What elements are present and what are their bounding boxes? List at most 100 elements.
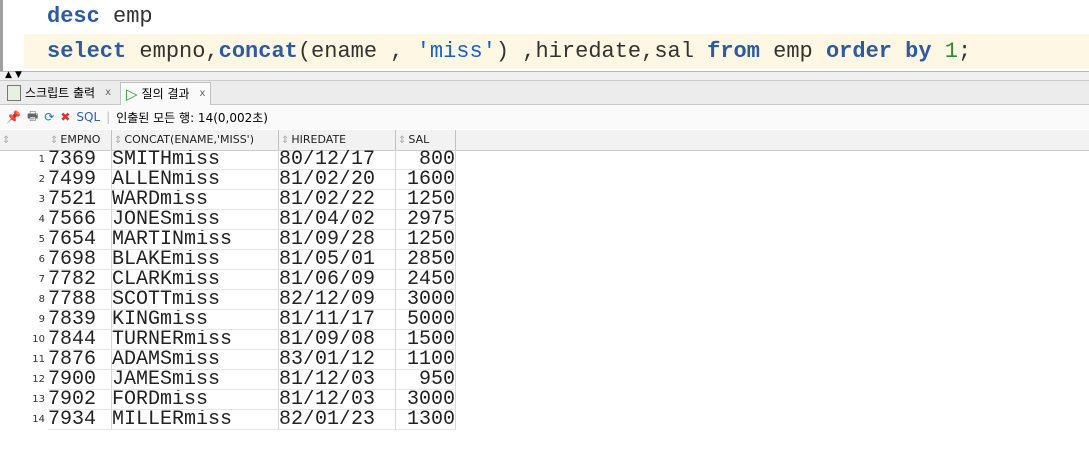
cell-sal[interactable]: 1500: [396, 330, 456, 350]
table-row[interactable]: 13 7902 FORDmiss 81/12/03 3000: [0, 390, 456, 410]
row-number: 10: [32, 334, 45, 345]
table-row[interactable]: 5 7654 MARTINmiss 81/09/28 1250: [0, 230, 456, 250]
cell-ename[interactable]: FORDmiss: [112, 390, 279, 410]
table-row[interactable]: 10 7844 TURNERmiss 81/09/08 1500: [0, 330, 456, 350]
cell-sal[interactable]: 2850: [396, 250, 456, 270]
close-tab-icon[interactable]: x: [105, 82, 111, 104]
column-header-empno[interactable]: EMPNO: [48, 130, 112, 150]
cell-hiredate[interactable]: 81/04/02: [279, 210, 396, 230]
cell-sal[interactable]: 2450: [396, 270, 456, 290]
table-row[interactable]: 4 7566 JONESmiss 81/04/02 2975: [0, 210, 456, 230]
cell-hiredate[interactable]: 81/02/22: [279, 190, 396, 210]
collapse-down-icon[interactable]: ▼: [15, 70, 22, 80]
cell-sal[interactable]: 800: [396, 150, 456, 170]
cell-hiredate[interactable]: 81/12/03: [279, 370, 396, 390]
close-tab-icon[interactable]: x: [200, 83, 206, 105]
cell-hiredate[interactable]: 80/12/17: [279, 150, 396, 170]
tab-query-result[interactable]: ▷ 질의 결과 x: [120, 82, 212, 105]
cell-empno[interactable]: 7566: [48, 210, 112, 230]
table-row[interactable]: 6 7698 BLAKEmiss 81/05/01 2850: [0, 250, 456, 270]
table-row[interactable]: 2 7499 ALLENmiss 81/02/20 1600: [0, 170, 456, 190]
cell-ename[interactable]: CLARKmiss: [112, 270, 279, 290]
column-header-sal[interactable]: SAL: [396, 130, 456, 150]
code-text: ;: [958, 39, 972, 64]
table-row[interactable]: 12 7900 JAMESmiss 81/12/03 950: [0, 370, 456, 390]
cell-sal[interactable]: 1250: [396, 190, 456, 210]
cell-sal[interactable]: 1600: [396, 170, 456, 190]
cell-hiredate[interactable]: 81/12/03: [279, 390, 396, 410]
cell-ename[interactable]: ADAMSmiss: [112, 350, 279, 370]
tab-script-output[interactable]: 스크립트 출력 x: [2, 82, 116, 104]
column-header-hiredate[interactable]: HIREDATE: [279, 130, 396, 150]
print-icon[interactable]: 🖶: [27, 107, 38, 128]
cell-ename[interactable]: KINGmiss: [112, 310, 279, 330]
cell-empno[interactable]: 7654: [48, 230, 112, 250]
cell-sal[interactable]: 1300: [396, 410, 456, 430]
cell-empno[interactable]: 7499: [48, 170, 112, 190]
cell-hiredate[interactable]: 81/02/20: [279, 170, 396, 190]
cell-ename[interactable]: JONESmiss: [112, 210, 279, 230]
cell-empno[interactable]: 7782: [48, 270, 112, 290]
table-row[interactable]: 3 7521 WARDmiss 81/02/22 1250: [0, 190, 456, 210]
table-row[interactable]: 7 7782 CLARKmiss 81/06/09 2450: [0, 270, 456, 290]
cell-hiredate[interactable]: 81/05/01: [279, 250, 396, 270]
cell-sal[interactable]: 950: [396, 370, 456, 390]
cell-ename[interactable]: MARTINmiss: [112, 230, 279, 250]
cell-empno[interactable]: 7698: [48, 250, 112, 270]
cell-hiredate[interactable]: 81/09/28: [279, 230, 396, 250]
cell-hiredate[interactable]: 81/11/17: [279, 310, 396, 330]
sql-button[interactable]: SQL: [76, 110, 100, 124]
cell-ename[interactable]: MILLERmiss: [112, 410, 279, 430]
table-row[interactable]: 9 7839 KINGmiss 81/11/17 5000: [0, 310, 456, 330]
cell-empno[interactable]: 7839: [48, 310, 112, 330]
cell-sal[interactable]: 1100: [396, 350, 456, 370]
divider: |: [106, 110, 111, 124]
cell-empno[interactable]: 7788: [48, 290, 112, 310]
cell-empno[interactable]: 7900: [48, 370, 112, 390]
cell-sal[interactable]: 2975: [396, 210, 456, 230]
cell-empno[interactable]: 7521: [48, 190, 112, 210]
keyword: from: [707, 39, 760, 64]
cell-empno[interactable]: 7844: [48, 330, 112, 350]
cancel-query-icon[interactable]: ✖: [60, 110, 70, 124]
cell-hiredate[interactable]: 81/06/09: [279, 270, 396, 290]
table-row[interactable]: 8 7788 SCOTTmiss 82/12/09 3000: [0, 290, 456, 310]
cell-empno[interactable]: 7369: [48, 150, 112, 170]
table-row[interactable]: 1 7369 SMITHmiss 80/12/17 800: [0, 150, 456, 170]
editor-gutter: [0, 0, 3, 71]
code-text: (ename ,: [297, 39, 417, 64]
editor-line-1[interactable]: desc emp: [47, 4, 153, 29]
code-text: ) ,hiredate,sal: [495, 39, 708, 64]
cell-ename[interactable]: TURNERmiss: [112, 330, 279, 350]
cell-sal[interactable]: 5000: [396, 310, 456, 330]
keyword: select: [47, 39, 127, 64]
cell-sal[interactable]: 3000: [396, 390, 456, 410]
editor-line-2-current[interactable]: select empno,concat(ename , 'miss') ,hir…: [24, 34, 1089, 69]
cell-empno[interactable]: 7876: [48, 350, 112, 370]
cell-hiredate[interactable]: 82/01/23: [279, 410, 396, 430]
cell-empno[interactable]: 7902: [48, 390, 112, 410]
cell-ename[interactable]: SCOTTmiss: [112, 290, 279, 310]
cell-ename[interactable]: WARDmiss: [112, 190, 279, 210]
collapse-up-icon[interactable]: ▲: [5, 70, 12, 80]
sql-editor[interactable]: desc emp select empno,concat(ename , 'mi…: [0, 0, 1089, 72]
table-row[interactable]: 14 7934 MILLERmiss 82/01/23 1300: [0, 410, 456, 430]
cell-sal[interactable]: 3000: [396, 290, 456, 310]
cell-sal[interactable]: 1250: [396, 230, 456, 250]
cell-ename[interactable]: SMITHmiss: [112, 150, 279, 170]
cell-ename[interactable]: JAMESmiss: [112, 370, 279, 390]
cell-ename[interactable]: BLAKEmiss: [112, 250, 279, 270]
cell-hiredate[interactable]: 82/12/09: [279, 290, 396, 310]
pin-icon[interactable]: 📌: [6, 110, 21, 124]
cell-ename[interactable]: ALLENmiss: [112, 170, 279, 190]
column-header-concat[interactable]: CONCAT(ENAME,'MISS'): [112, 130, 279, 150]
cell-hiredate[interactable]: 81/09/08: [279, 330, 396, 350]
cell-hiredate[interactable]: 83/01/12: [279, 350, 396, 370]
table-row[interactable]: 11 7876 ADAMSmiss 83/01/12 1100: [0, 350, 456, 370]
row-number: 11: [32, 354, 45, 365]
row-number: 5: [38, 234, 45, 245]
refresh-icon[interactable]: ⟳: [44, 110, 54, 124]
panel-splitter[interactable]: ▲ ▼: [0, 70, 1089, 81]
cell-empno[interactable]: 7934: [48, 410, 112, 430]
